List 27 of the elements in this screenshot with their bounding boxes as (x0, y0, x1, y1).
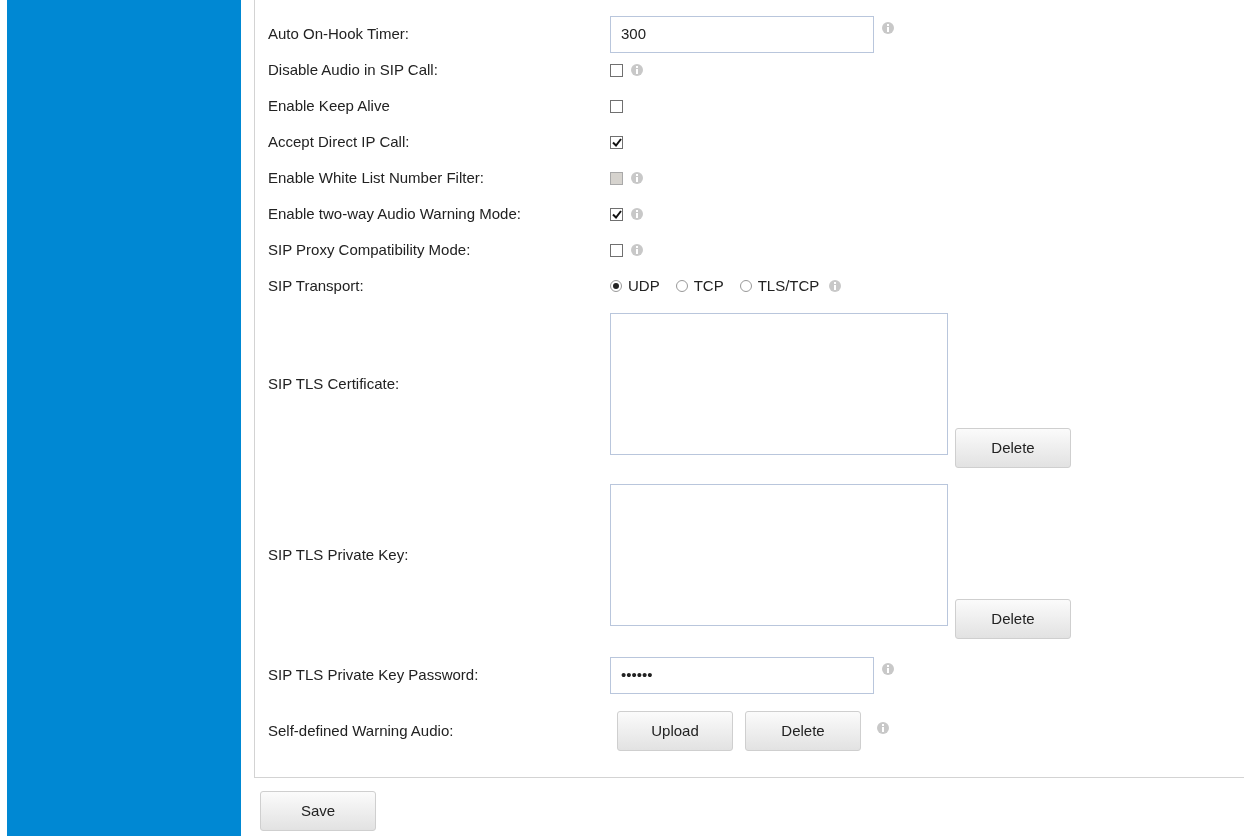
delete-button[interactable]: Delete (745, 711, 861, 751)
setting-label: SIP TLS Private Key: (268, 544, 410, 565)
password-field[interactable]: •••••• (610, 657, 874, 694)
upload-button[interactable]: Upload (617, 711, 733, 751)
setting-label: Enable Keep Alive (268, 95, 391, 116)
input-field[interactable]: 300 (610, 15, 874, 53)
checkbox[interactable] (610, 207, 623, 221)
delete-button[interactable]: Delete (955, 599, 1071, 639)
setting-label: SIP Proxy Compatibility Mode: (268, 239, 472, 260)
radio-option[interactable]: UDP (610, 274, 660, 298)
setting-label: Enable two-way Audio Warning Mode: (268, 203, 522, 224)
checkbox[interactable] (610, 99, 623, 113)
setting-label: Disable Audio in SIP Call: (268, 59, 439, 80)
setting-label: SIP TLS Certificate: (268, 373, 401, 394)
setting-label: Accept Direct IP Call: (268, 131, 411, 152)
delete-button[interactable]: Delete (955, 428, 1071, 468)
setting-label: SIP TLS Private Key Password: (268, 665, 480, 686)
checkbox[interactable] (610, 243, 623, 257)
setting-label: SIP Transport: (268, 275, 365, 296)
radio-option[interactable]: TCP (675, 274, 724, 298)
setting-label: Self-defined Warning Audio: (268, 720, 455, 741)
save-button[interactable]: Save (260, 791, 376, 831)
checkbox[interactable] (610, 135, 623, 149)
checkbox[interactable] (610, 63, 623, 77)
setting-label: Auto On-Hook Timer: (268, 23, 410, 44)
setting-label: Enable White List Number Filter: (268, 167, 485, 188)
radio-option[interactable]: TLS/TCP (739, 274, 820, 298)
